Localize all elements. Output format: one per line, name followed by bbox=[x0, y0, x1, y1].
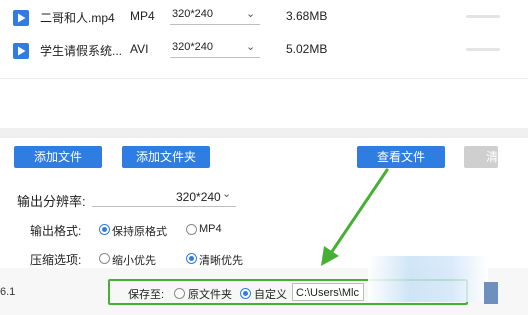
annotation-arrow bbox=[321, 168, 389, 266]
